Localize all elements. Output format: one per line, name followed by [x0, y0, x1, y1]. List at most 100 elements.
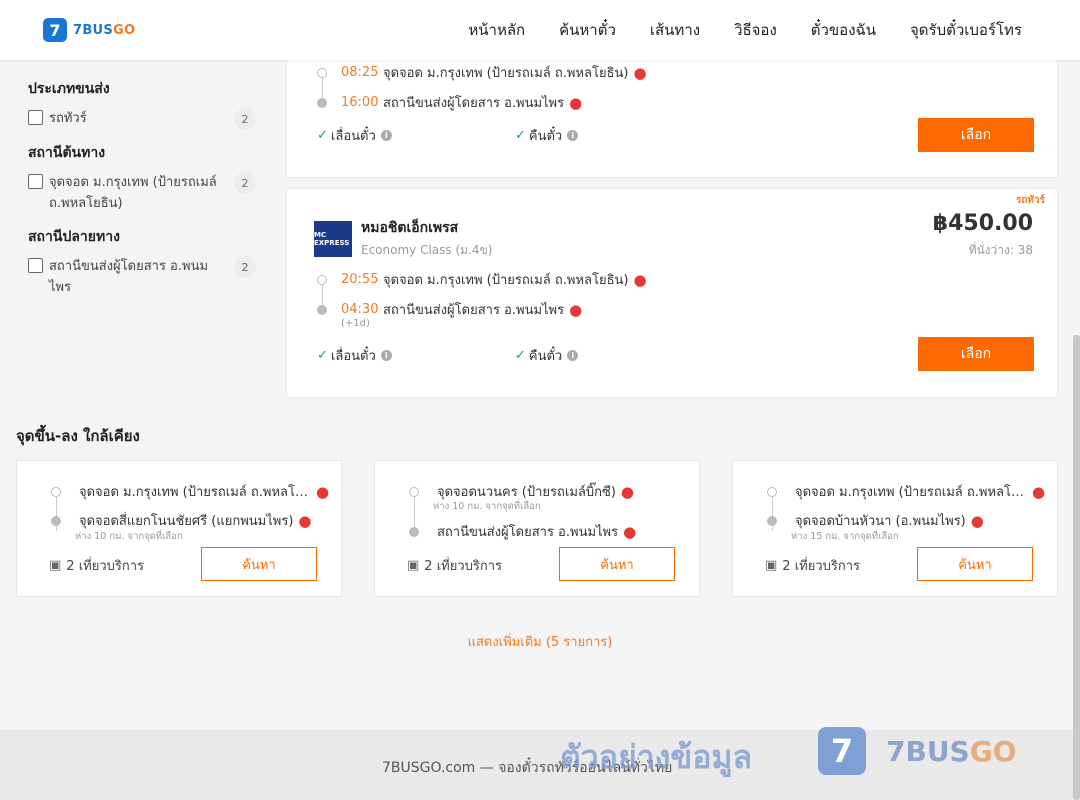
nav-my-tickets[interactable]: ตั๋วของฉัน — [811, 18, 876, 42]
available-seats: ที่นั่งว่าง: 38 — [968, 243, 1033, 257]
from-dot — [767, 486, 777, 497]
map-pin-icon[interactable]: ● — [623, 523, 636, 541]
nearby-to-stop: จุดจอดบ้านหัวนา (อ.พนมไพร) ● — [767, 510, 984, 531]
watermark-logo-accent: GO — [969, 734, 1017, 768]
filter-group-origin: สถานีต้นทาง จุดจอด ม.กรุงเทพ (ป้ายรถเมล์… — [28, 142, 256, 214]
nearby-to-name: จุดจอดสี่แยกโนนชัยศรี (แยกพนมไพร) — [79, 514, 294, 529]
feature-reschedule: ✓ เลื่อนตั๋ว i — [317, 125, 392, 146]
nav-how-to-book[interactable]: วิธีจอง — [734, 18, 777, 42]
info-icon[interactable]: i — [380, 130, 392, 141]
logo-text-main: 7BUS — [73, 22, 114, 38]
check-icon: ✓ — [515, 128, 526, 143]
nearby-route-card: จุดจอด ม.กรุงเทพ (ป้ายรถเมล์ ถ.พหลโยธิน)… — [16, 460, 342, 597]
nearby-from-stop: จุดจอด ม.กรุงเทพ (ป้ายรถเมล์ ถ.พหลโยธิน)… — [51, 481, 329, 502]
filter-checkbox[interactable] — [28, 258, 43, 273]
filter-count-badge: 2 — [234, 172, 256, 194]
arrival-stop: 04:30 สถานีขนส่งผู้โดยสาร อ.พนมไพร ● — [317, 299, 582, 320]
nav-ticket-pickup[interactable]: จุดรับตั๋วเบอร์โทร — [910, 18, 1022, 42]
watermark-logo-text: 7BUSGO — [886, 735, 1017, 768]
filter-group-transport-type: ประเภทขนส่ง รถทัวร์ 2 — [28, 78, 256, 130]
filter-sidebar: ประเภทขนส่ง รถทัวร์ 2 สถานีต้นทาง จุดจอด… — [28, 70, 256, 310]
filter-count-badge: 2 — [234, 256, 256, 278]
map-pin-icon[interactable]: ● — [569, 94, 582, 112]
filter-title: ประเภทขนส่ง — [28, 81, 110, 97]
map-pin-icon[interactable]: ● — [971, 512, 984, 530]
operator-logo: MC EXPRESS — [314, 220, 352, 257]
map-pin-icon[interactable]: ● — [633, 64, 646, 82]
map-pin-icon[interactable]: ● — [569, 301, 582, 319]
nearby-to-stop: สถานีขนส่งผู้โดยสาร อ.พนมไพร ● — [409, 521, 636, 542]
select-trip-button[interactable]: เลือก — [918, 118, 1034, 152]
from-dot — [51, 486, 61, 497]
nearby-route-card: จุดจอดนวนคร (ป้ายรถเมล์บิ๊กซี) ● ห่าง 10… — [374, 460, 700, 597]
feature-label: เลื่อนตั๋ว — [330, 129, 376, 144]
filter-option[interactable]: สถานีขนส่งผู้โดยสาร อ.พนมไพร 2 — [28, 256, 256, 298]
nav-search-tickets[interactable]: ค้นหาตั๋ว — [559, 18, 616, 42]
nearby-search-button[interactable]: ค้นหา — [917, 547, 1033, 581]
info-icon[interactable]: i — [567, 130, 579, 141]
nearby-from-name: จุดจอด ม.กรุงเทพ (ป้ายรถเมล์ ถ.พหลโยธิน) — [795, 485, 1027, 500]
filter-checkbox[interactable] — [28, 174, 43, 189]
trip-count-label: 2 เที่ยวบริการ — [424, 559, 503, 574]
trip-count-label: 2 เที่ยวบริการ — [66, 559, 145, 574]
info-icon[interactable]: i — [567, 350, 579, 361]
bus-class: Economy Class (ม.4ข) — [361, 243, 493, 257]
bus-icon: ▣ — [407, 558, 420, 573]
distance-note: ห่าง 10 กม. จากจุดที่เลือก — [75, 531, 183, 542]
trip-card: 08:25 จุดจอด ม.กรุงเทพ (ป้ายรถเมล์ ถ.พหล… — [286, 56, 1058, 178]
map-pin-icon[interactable]: ● — [298, 512, 311, 530]
departure-dot — [317, 67, 327, 78]
nearby-search-button[interactable]: ค้นหา — [201, 547, 317, 581]
filter-group-destination: สถานีปลายทาง สถานีขนส่งผู้โดยสาร อ.พนมไพ… — [28, 226, 256, 298]
filter-label: รถทัวร์ — [49, 111, 87, 126]
filter-count-badge: 2 — [234, 108, 256, 130]
from-dot — [409, 486, 419, 497]
show-more-link[interactable]: แสดงเพิ่มเติม (5 รายการ) — [0, 631, 1080, 652]
next-day-indicator: (+1d) — [341, 318, 370, 329]
logo-text: 7BUSGO — [73, 23, 135, 38]
nearby-to-name: จุดจอดบ้านหัวนา (อ.พนมไพร) — [795, 514, 966, 529]
to-dot — [409, 526, 419, 537]
map-pin-icon[interactable]: ● — [316, 483, 329, 501]
site-logo[interactable]: 7 7BUSGO — [43, 18, 135, 42]
arrival-dot — [317, 97, 327, 108]
arrival-time: 04:30 — [341, 302, 379, 317]
info-icon[interactable]: i — [380, 350, 392, 361]
map-pin-icon[interactable]: ● — [621, 483, 634, 501]
nav-routes[interactable]: เส้นทาง — [650, 18, 700, 42]
nav-home[interactable]: หน้าหลัก — [468, 18, 525, 42]
trip-count: ▣ 2 เที่ยวบริการ — [765, 555, 860, 576]
arrival-stop: 16:00 สถานีขนส่งผู้โดยสาร อ.พนมไพร ● — [317, 92, 582, 113]
filter-title: สถานีปลายทาง — [28, 229, 120, 245]
select-trip-button[interactable]: เลือก — [918, 337, 1034, 371]
nearby-to-stop: จุดจอดสี่แยกโนนชัยศรี (แยกพนมไพร) ● — [51, 510, 312, 531]
departure-stop: 20:55 จุดจอด ม.กรุงเทพ (ป้ายรถเมล์ ถ.พหล… — [317, 269, 647, 290]
feature-label: คืนตั๋ว — [528, 349, 563, 364]
departure-stop-name: จุดจอด ม.กรุงเทพ (ป้ายรถเมล์ ถ.พหลโยธิน) — [383, 273, 629, 288]
filter-option[interactable]: จุดจอด ม.กรุงเทพ (ป้ายรถเมล์ ถ.พหลโยธิน)… — [28, 172, 256, 214]
nearby-from-name: จุดจอด ม.กรุงเทพ (ป้ายรถเมล์ ถ.พหลโยธิน) — [79, 485, 311, 500]
top-header: 7 7BUSGO หน้าหลัก ค้นหาตั๋ว เส้นทาง วิธี… — [0, 0, 1080, 60]
map-pin-icon[interactable]: ● — [633, 271, 646, 289]
arrival-time: 16:00 — [341, 95, 379, 110]
filter-checkbox[interactable] — [28, 110, 43, 125]
check-icon: ✓ — [515, 348, 526, 363]
nearby-section-title: จุดขึ้น-ลง ใกล้เคียง — [16, 427, 140, 445]
trip-count-label: 2 เที่ยวบริการ — [782, 559, 861, 574]
departure-time: 20:55 — [341, 272, 379, 287]
distance-note: ห่าง 10 กม. จากจุดที่เลือก — [433, 501, 541, 512]
departure-time: 08:25 — [341, 65, 379, 80]
page-scrollbar[interactable] — [1073, 335, 1080, 800]
filter-option[interactable]: รถทัวร์ 2 — [28, 108, 256, 130]
nearby-search-button[interactable]: ค้นหา — [559, 547, 675, 581]
watermark-logo-badge: 7 — [818, 727, 866, 775]
feature-label: เลื่อนตั๋ว — [330, 349, 376, 364]
check-icon: ✓ — [317, 128, 328, 143]
map-pin-icon[interactable]: ● — [1032, 483, 1045, 501]
logo-text-accent: GO — [113, 22, 136, 38]
trip-count: ▣ 2 เที่ยวบริการ — [49, 555, 144, 576]
arrival-stop-name: สถานีขนส่งผู้โดยสาร อ.พนมไพร — [383, 303, 565, 318]
trip-count: ▣ 2 เที่ยวบริการ — [407, 555, 502, 576]
arrival-dot — [317, 304, 327, 315]
departure-dot — [317, 274, 327, 285]
